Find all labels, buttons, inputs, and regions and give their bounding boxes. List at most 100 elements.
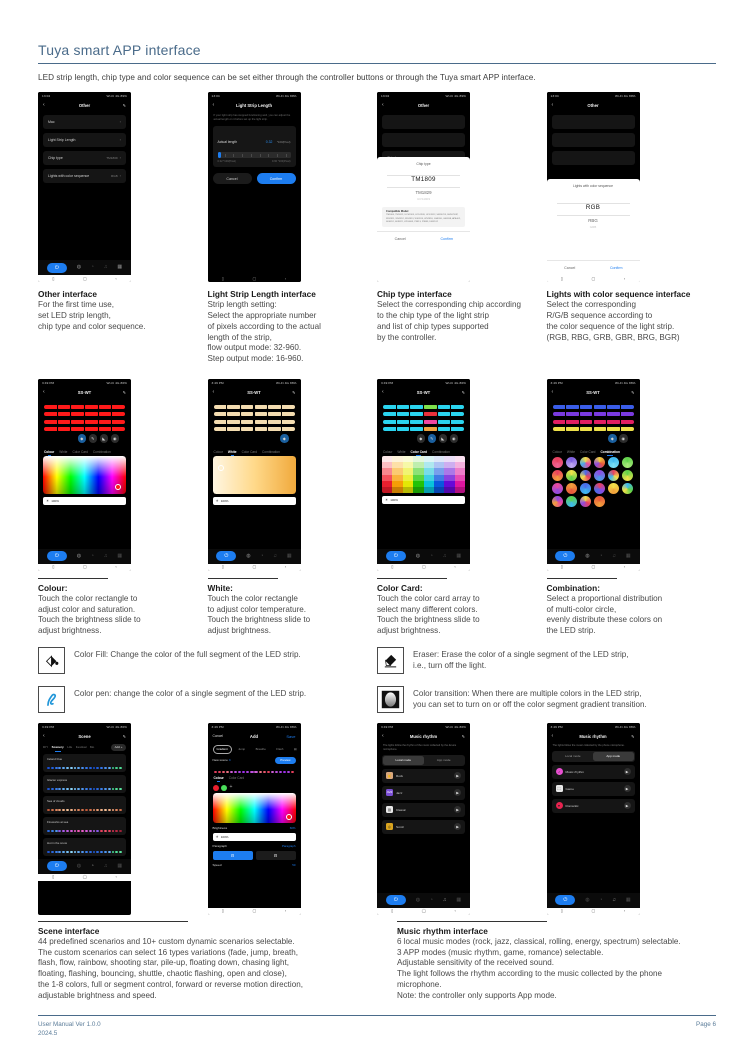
tab-more[interactable]: Mo (90, 745, 94, 749)
scene-icon[interactable]: ◔ (599, 897, 602, 903)
list-item[interactable]: ▥ Classic ▶ (382, 802, 465, 817)
list-item[interactable]: JAZZ Jazz ▶ (382, 785, 465, 800)
bulb-icon[interactable]: ◍ (77, 553, 81, 559)
music-icon[interactable]: ♫ (443, 553, 447, 559)
cancel-button[interactable]: Cancel (213, 734, 224, 738)
power-button[interactable]: ⏻ (385, 551, 406, 562)
recents-icon[interactable]: ▯ (561, 276, 563, 281)
chip-breathe[interactable]: Breathe (252, 745, 270, 754)
confirm-button[interactable]: Confirm (424, 232, 471, 246)
back-icon[interactable]: ‹ (624, 565, 625, 569)
chevron-left-icon[interactable]: ‹ (552, 389, 554, 395)
save-button[interactable]: Save (286, 734, 295, 739)
cancel-button[interactable]: Cancel (212, 173, 252, 185)
tab-colour[interactable]: Colour (44, 450, 54, 456)
chip-gradient[interactable]: Gradient (212, 744, 232, 754)
tab-color-card[interactable]: Color Card (580, 450, 595, 454)
strip-preview[interactable]: ◆ ✎ ◣ ◉ (38, 397, 131, 447)
tab-white[interactable]: White (228, 450, 237, 456)
edit-icon[interactable]: ✎ (292, 390, 295, 395)
chevron-left-icon[interactable]: ‹ (213, 389, 215, 395)
tab-festival[interactable]: Festival (76, 745, 87, 749)
list-item[interactable]: Lights with color sequence RGB › (43, 169, 126, 184)
home-icon[interactable]: ▢ (253, 909, 257, 913)
tab-diy[interactable]: DIY (43, 745, 48, 749)
tab-colour[interactable]: Colour (553, 450, 562, 454)
chevron-left-icon[interactable]: ‹ (552, 733, 554, 739)
brightness-slider[interactable]: ☀ 100% (382, 496, 465, 505)
picker-knob[interactable] (217, 464, 224, 471)
music-icon[interactable]: ♫ (443, 897, 447, 903)
back-icon[interactable]: ‹ (454, 909, 455, 913)
tab-combination[interactable]: Combination (93, 450, 111, 454)
chevron-left-icon[interactable]: ‹ (43, 103, 45, 108)
tab-color-card[interactable]: Color Card (411, 450, 427, 456)
paint-bucket-icon[interactable]: ◆ (77, 434, 86, 443)
home-icon[interactable]: ▢ (253, 276, 257, 281)
chip-flash[interactable]: Flash (272, 745, 287, 754)
recents-icon[interactable]: ▯ (222, 909, 224, 913)
color-temperature-picker[interactable] (212, 455, 296, 494)
paint-bucket-icon[interactable]: ◆ (608, 434, 617, 443)
play-icon[interactable]: ▶ (623, 768, 631, 776)
tab-combination[interactable]: Combination (262, 450, 280, 454)
list-item[interactable]: 🤘 Rock ▶ (382, 768, 465, 783)
picker-next[interactable]: RBG (547, 218, 640, 223)
recents-icon[interactable]: ▯ (561, 909, 563, 913)
recents-icon[interactable]: ▯ (391, 909, 393, 913)
picker-far[interactable]: UCS1903 (377, 197, 470, 201)
play-icon[interactable]: ▶ (454, 823, 461, 831)
chevron-left-icon[interactable]: ‹ (382, 103, 384, 108)
tab-colour[interactable]: Colour (214, 450, 223, 454)
edit-icon[interactable]: ✎ (631, 390, 634, 395)
play-icon[interactable]: ▶ (623, 785, 631, 793)
bulb-icon[interactable]: ◍ (246, 553, 250, 559)
tab-colour[interactable]: Colour (214, 776, 224, 783)
home-icon[interactable]: ◯ (422, 909, 426, 913)
home-icon[interactable]: ▢ (83, 276, 87, 281)
back-icon[interactable]: ‹ (115, 276, 116, 281)
power-button[interactable]: ⏻ (46, 262, 67, 273)
color-transition-icon[interactable]: ◉ (449, 434, 458, 443)
back-icon[interactable]: ‹ (285, 909, 286, 913)
swatch-green[interactable] (221, 784, 227, 791)
recents-icon[interactable]: ▯ (391, 565, 393, 569)
cancel-button[interactable]: Cancel (377, 232, 424, 246)
grid-icon[interactable]: ▦ (456, 553, 461, 559)
list-item[interactable]: Glacier express (43, 774, 126, 793)
edit-icon[interactable]: ✎ (123, 390, 126, 395)
list-item[interactable]: Fireworks at sea (43, 816, 126, 835)
home-icon[interactable]: ▢ (592, 276, 596, 281)
power-button[interactable]: ⏻ (216, 551, 237, 562)
play-icon[interactable]: ▶ (454, 789, 461, 797)
recents-icon[interactable]: ▯ (222, 565, 224, 569)
add-scene-button[interactable]: Add + (111, 743, 126, 751)
bulb-icon[interactable]: ◍ (77, 265, 81, 270)
chevron-left-icon[interactable]: ‹ (382, 389, 384, 395)
eraser-icon[interactable]: ◣ (438, 434, 447, 443)
back-icon[interactable]: ‹ (115, 565, 116, 569)
edit-icon[interactable]: ✎ (123, 734, 126, 739)
list-item[interactable]: ⛶ Game ▶ (551, 781, 635, 796)
list-item[interactable]: ♥ Romantic ▶ (551, 798, 635, 813)
bulb-icon[interactable]: ◍ (585, 897, 589, 903)
paint-bucket-icon[interactable]: ◆ (280, 434, 289, 443)
scene-icon[interactable]: ◔ (91, 265, 94, 270)
chevron-left-icon[interactable]: ‹ (43, 389, 45, 395)
chevron-left-icon[interactable]: ‹ (552, 103, 554, 108)
grid-icon[interactable]: ▦ (626, 553, 631, 559)
edit-icon[interactable]: ✎ (631, 734, 634, 739)
music-icon[interactable]: ♫ (273, 553, 277, 559)
grid-icon[interactable]: ▦ (456, 897, 461, 903)
swatch-red[interactable] (212, 784, 219, 791)
home-icon[interactable]: ▢ (592, 565, 596, 569)
tab-color-card[interactable]: Color Card (72, 450, 87, 454)
strip-preview[interactable]: ◆ ◉ (546, 397, 640, 447)
chip-jump[interactable]: Jump (234, 745, 249, 754)
tab-combination[interactable]: Combination (600, 450, 620, 456)
back-icon[interactable]: ‹ (454, 565, 455, 569)
picker-next[interactable]: TM1829 (377, 190, 470, 195)
scene-icon[interactable]: ◔ (430, 897, 433, 903)
more-icon[interactable]: ▤ (290, 745, 301, 754)
tab-app-mode[interactable]: App mode (593, 751, 634, 761)
